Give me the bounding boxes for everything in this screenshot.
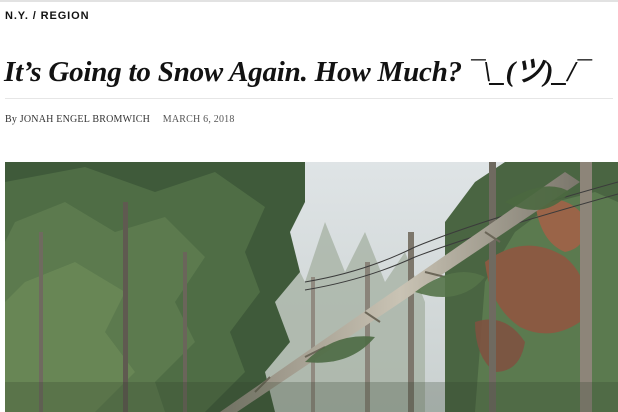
top-divider <box>0 0 618 2</box>
author-link[interactable]: JONAH ENGEL BROMWICH <box>20 114 150 125</box>
byline-divider <box>5 98 613 99</box>
section-link[interactable]: N.Y. / REGION <box>5 10 89 22</box>
byline: By JONAH ENGEL BROMWICH MARCH 6, 2018 <box>5 114 235 125</box>
publish-date: MARCH 6, 2018 <box>162 114 235 125</box>
article-photo <box>5 162 618 412</box>
photo-image <box>5 162 618 412</box>
article-headline: It’s Going to Snow Again. How Much? ¯\_(… <box>4 56 590 88</box>
byline-prefix: By <box>5 114 18 125</box>
